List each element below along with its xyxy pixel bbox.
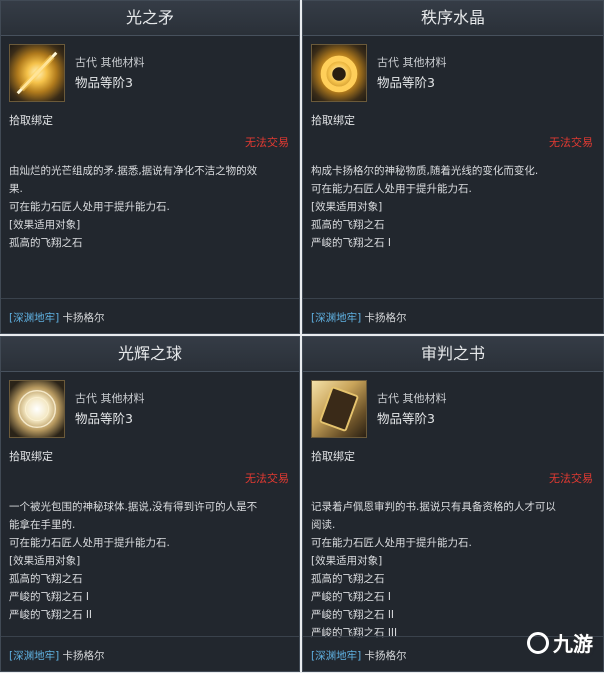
item-title: 光辉之球 [1,337,299,372]
watermark-text: 九游 [553,632,593,656]
light-spear-icon [9,44,65,102]
item-category: 古代 其他材料 [75,56,145,69]
source-name: 卡扬格尔 [364,650,407,662]
item-card-order-crystal: 秩序水晶 古代 其他材料 物品等阶3 拾取绑定 无法交易 构成卡扬格尔的神秘物质… [302,0,604,334]
item-source: [深渊地牢] 卡扬格尔 [9,648,105,663]
item-title: 光之矛 [1,1,299,36]
watermark-logo-icon [527,631,549,654]
site-watermark: 九游 [527,628,593,657]
source-link[interactable]: [深渊地牢] [311,312,361,324]
item-card-radiant-orb: 光辉之球 古代 其他材料 物品等阶3 拾取绑定 无法交易 一个被光包围的神秘球体… [0,336,300,672]
no-trade-label: 无法交易 [549,136,593,149]
item-grade: 物品等阶3 [75,75,133,90]
source-name: 卡扬格尔 [62,650,105,662]
source-name: 卡扬格尔 [364,312,407,324]
item-grade: 物品等阶3 [377,75,435,90]
source-link[interactable]: [深渊地牢] [9,650,59,662]
item-category: 古代 其他材料 [377,56,447,69]
judgment-book-icon [311,380,367,438]
item-description: 构成卡扬格尔的神秘物质,随着光线的变化而变化. 可在能力石匠人处用于提升能力石.… [311,165,539,249]
no-trade-label: 无法交易 [549,472,593,485]
source-link[interactable]: [深渊地牢] [311,650,361,662]
bind-type: 拾取绑定 [9,450,53,463]
radiant-orb-icon [9,380,65,438]
item-card-light-spear: 光之矛 古代 其他材料 物品等阶3 拾取绑定 无法交易 由灿烂的光芒组成的矛.据… [0,0,300,334]
no-trade-label: 无法交易 [245,136,289,149]
item-source: [深渊地牢] 卡扬格尔 [311,310,407,325]
item-grade: 物品等阶3 [75,411,133,426]
bind-type: 拾取绑定 [311,450,355,463]
source-link[interactable]: [深渊地牢] [9,312,59,324]
bind-type: 拾取绑定 [311,114,355,127]
bind-type: 拾取绑定 [9,114,53,127]
item-category: 古代 其他材料 [75,392,145,405]
item-category: 古代 其他材料 [377,392,447,405]
source-name: 卡扬格尔 [62,312,105,324]
no-trade-label: 无法交易 [245,472,289,485]
item-description: 由灿烂的光芒组成的矛.据悉,据说有净化不洁之物的效 果. 可在能力石匠人处用于提… [9,165,258,249]
item-title: 秩序水晶 [303,1,603,36]
item-source: [深渊地牢] 卡扬格尔 [9,310,105,325]
item-title: 审判之书 [303,337,603,372]
item-description: 一个被光包围的神秘球体.据说,没有得到许可的人是不 能拿在手里的. 可在能力石匠… [9,501,258,621]
item-grade: 物品等阶3 [377,411,435,426]
item-card-judgment-book: 审判之书 古代 其他材料 物品等阶3 拾取绑定 无法交易 记录着卢佩恩审判的书.… [302,336,604,672]
item-description: 记录着卢佩恩审判的书.据说只有具备资格的人才可以 阅读. 可在能力石匠人处用于提… [311,501,556,639]
item-source: [深渊地牢] 卡扬格尔 [311,648,407,663]
order-crystal-icon [311,44,367,102]
